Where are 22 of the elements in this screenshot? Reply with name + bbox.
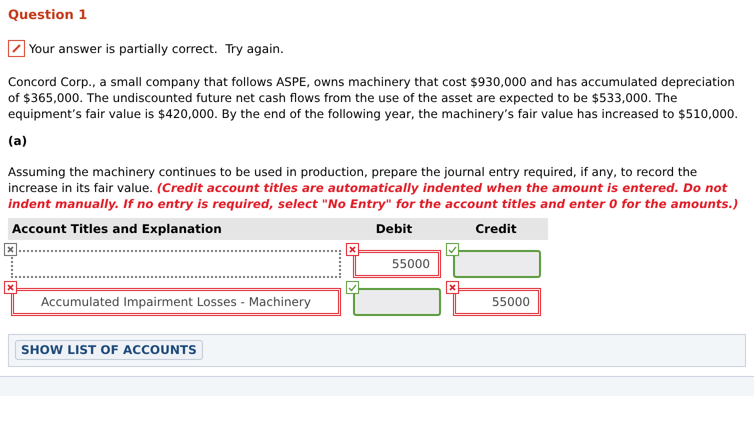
input-field[interactable]: Accumulated Impairment Losses - Machinery (11, 288, 341, 316)
show-accounts-button[interactable]: SHOW LIST OF ACCOUNTS (15, 340, 203, 360)
feedback-text: Your answer is partially correct. Try again. (29, 40, 284, 58)
column-header: Debit (374, 220, 414, 238)
input-field[interactable] (353, 288, 441, 316)
problem-text: Concord Corp., a small company that follows ASPE, owns machinery that cost $930,000 and has accumulated depreciation of $365,000. The undiscounted future net cash flows from the use of the asset are expected to be $533,000. The equipment’s fair value is $420,000. By the end of the following year, the machinery’s fair value has increased to $510,000. (8, 74, 740, 122)
cross-icon (446, 280, 459, 294)
cross-icon (346, 242, 359, 256)
cross-icon (4, 242, 17, 256)
input-field[interactable] (11, 250, 341, 278)
part-label: (a) (8, 132, 28, 150)
input-field[interactable]: 55000 (353, 250, 441, 278)
column-header: Credit (474, 220, 518, 238)
input-field[interactable]: 55000 (453, 288, 541, 316)
input-field[interactable] (453, 250, 541, 278)
check-icon (446, 242, 459, 256)
check-icon (346, 280, 359, 294)
instructions-text: Assuming the machinery continues to be used in production, prepare the journal entry required, if any, to record the increase in its fair value. (Credit account titles are automatically indented when the amount is entered. Do not indent manually. If no entry is required, select "No Entry" for the account titles and enter 0 for the amounts.) (8, 164, 740, 212)
question-title: Question 1 (8, 7, 88, 25)
cross-icon (4, 280, 17, 294)
pencil-icon (8, 40, 25, 57)
column-header: Account Titles and Explanation (11, 220, 223, 238)
